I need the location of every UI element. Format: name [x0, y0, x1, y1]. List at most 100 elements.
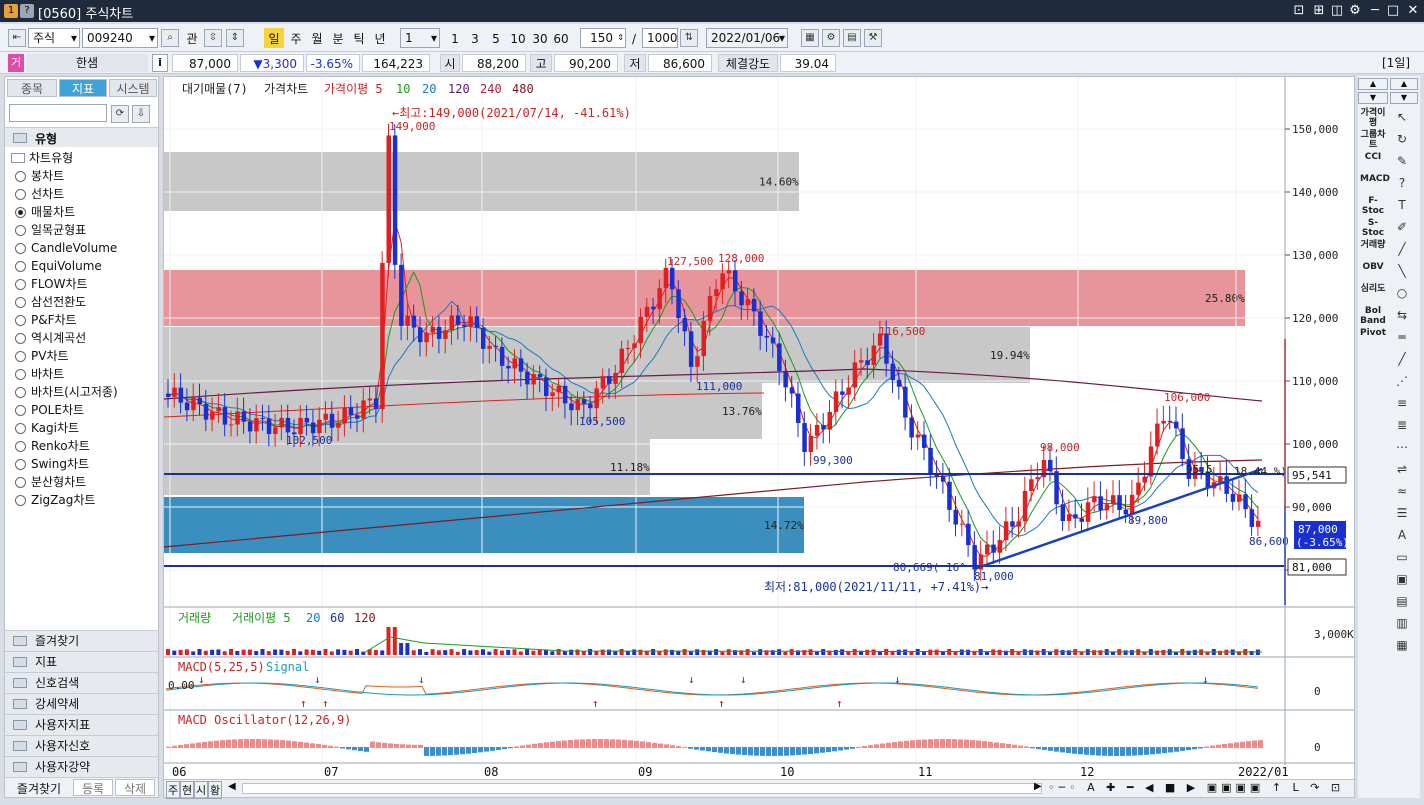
indicator-button[interactable]: Pivot [1360, 328, 1386, 338]
indicator-search-input[interactable] [9, 104, 107, 122]
channel-icon[interactable]: ≣ [1392, 416, 1412, 434]
section-2[interactable]: 지표 [5, 651, 158, 672]
chart-type-item[interactable]: 매물차트 [15, 203, 75, 221]
chart-type-item[interactable]: 봉차트 [15, 167, 64, 185]
save-icon[interactable]: ⊞ [1310, 2, 1328, 20]
updown-icon[interactable]: ⇕ [226, 29, 244, 47]
chart-type-item[interactable]: 일목균형표 [15, 221, 86, 239]
quick-3-button[interactable]: 3 [466, 28, 484, 48]
btn-si[interactable]: 시 [194, 781, 208, 799]
indicator-button[interactable]: 가격이평 [1360, 108, 1386, 128]
fan-icon[interactable]: ⋰ [1392, 372, 1412, 390]
tools-icon[interactable]: ⚒ [864, 29, 882, 47]
pen-icon[interactable]: ✎ [1392, 152, 1412, 170]
chart-type-item[interactable]: ZigZag차트 [15, 491, 95, 509]
spinner-icon[interactable]: ⇕ [617, 29, 624, 47]
menu-icon[interactable]: ☰ [1392, 504, 1412, 522]
radio-icon[interactable] [15, 189, 26, 200]
floppy-icon[interactable]: ▤ [843, 29, 861, 47]
indicator-button[interactable]: Bol Band [1360, 306, 1386, 326]
radio-icon[interactable] [15, 261, 26, 272]
indicator-button[interactable]: CCI [1360, 152, 1386, 162]
tree-root-chart-type[interactable]: 차트유형 [11, 149, 73, 167]
chart-type-item[interactable]: 바차트(시고저종) [15, 383, 118, 401]
chart-type-item[interactable]: PV차트 [15, 347, 69, 365]
section-3[interactable]: 신호검색 [5, 672, 158, 693]
btn-hwang[interactable]: 황 [208, 781, 222, 799]
period-month-button[interactable]: 월 [307, 28, 327, 48]
chart-type-item[interactable]: EquiVolume [15, 257, 102, 275]
close-icon[interactable]: ✕ [1404, 2, 1422, 20]
indicator-button[interactable]: OBV [1360, 262, 1386, 272]
pointer-icon[interactable]: ↖ [1392, 108, 1412, 126]
indicator-button[interactable]: 그룹차트 [1360, 130, 1386, 150]
indicator-button[interactable]: F-Stoc [1360, 196, 1386, 216]
period-tick-button[interactable]: 틱 [349, 28, 369, 48]
chart-type-item[interactable]: 삼선전환도 [15, 293, 86, 311]
chart-type-item[interactable]: FLOW차트 [15, 275, 88, 293]
trendline[interactable] [973, 467, 1263, 571]
chart-type-item[interactable]: 선차트 [15, 185, 64, 203]
section-6[interactable]: 사용자신호 [5, 735, 158, 756]
nav-icons[interactable]: ◦─◦ A ✚ ━ ◀ ■ ▶ ▣▣▣▣ ↑ L ↷ ⊡ [1048, 781, 1344, 794]
download-icon[interactable]: ⇩ [132, 105, 150, 123]
scroll-left-icon[interactable]: ◀ [228, 781, 236, 792]
chart-type-item[interactable]: POLE차트 [15, 401, 84, 419]
box-icon[interactable]: ▭ [1392, 548, 1412, 566]
date-select[interactable]: 2022/01/06 ▾ [706, 28, 788, 48]
chart-type-item[interactable]: CandleVolume [15, 239, 117, 257]
first-icon[interactable]: ⇤ [8, 29, 26, 47]
period-year-button[interactable]: 년 [370, 28, 390, 48]
radio-icon[interactable] [15, 441, 26, 452]
radio-icon[interactable] [15, 207, 26, 218]
indicator-button[interactable]: MACD [1360, 174, 1390, 184]
circle-icon[interactable]: ○ [1392, 284, 1412, 302]
radio-icon[interactable] [15, 387, 26, 398]
maximize-icon[interactable]: □ [1384, 2, 1402, 20]
btn-hyeon[interactable]: 현 [180, 781, 194, 799]
scroll-right-icon[interactable]: ▶ [1034, 781, 1042, 792]
quick-60-button[interactable]: 60 [550, 28, 572, 48]
list-icon[interactable]: ▥ [1392, 614, 1412, 632]
table-icon[interactable]: ▦ [1392, 636, 1412, 654]
indicator-button[interactable]: S-Stoc [1360, 218, 1386, 238]
market-select[interactable]: 주식 ▾ [28, 28, 80, 48]
ray-icon[interactable]: ╱ [1392, 350, 1412, 368]
gwan-button[interactable]: 관 [182, 28, 202, 48]
chart-area[interactable]: 14.60% 25.80% 19.94% 13.76% 11.18% 14.72% ←최고… [163, 76, 1355, 799]
chart-type-item[interactable]: 분산형차트 [15, 473, 86, 491]
brush-icon[interactable]: ✐ [1392, 218, 1412, 236]
scrollbar[interactable] [242, 783, 1042, 794]
radio-icon[interactable] [15, 171, 26, 182]
collapse-up-icon[interactable]: ▲ [1358, 78, 1388, 90]
collapse-down-icon[interactable]: ▼ [1358, 92, 1388, 104]
section-7[interactable]: 사용자강약 [5, 756, 158, 777]
apply-icon[interactable]: ⇅ [680, 29, 698, 47]
line-icon[interactable]: ╱ [1392, 240, 1412, 258]
gear-icon[interactable]: ⚙ [822, 29, 840, 47]
register-button[interactable]: 등록 [73, 779, 113, 796]
total-input[interactable]: 1000 [642, 28, 678, 48]
radio-icon[interactable] [15, 477, 26, 488]
section-type[interactable]: 유형 [5, 127, 158, 147]
collapse-down-icon-2[interactable]: ▼ [1390, 92, 1418, 104]
chart-type-item[interactable]: 역시계곡선 [15, 329, 86, 347]
grid-icon[interactable]: ▣ [1392, 570, 1412, 588]
radio-icon[interactable] [15, 405, 26, 416]
help-icon[interactable]: ? [1392, 174, 1412, 192]
info-button[interactable]: i [152, 54, 168, 72]
collapse-up-icon-2[interactable]: ▲ [1390, 78, 1418, 90]
arrows-icon[interactable]: ⇌ [1392, 460, 1412, 478]
section-4[interactable]: 강세약세 [5, 693, 158, 714]
minimize-icon[interactable]: ─ [1366, 2, 1384, 20]
text-icon[interactable]: T [1392, 196, 1412, 214]
help-icon[interactable]: ? [20, 4, 34, 18]
radio-icon[interactable] [15, 351, 26, 362]
btn-ju[interactable]: 주 [166, 781, 180, 799]
link-icon[interactable]: ⇳ [204, 29, 222, 47]
section-1[interactable]: 즐겨찾기 [5, 630, 158, 651]
interval-select[interactable]: 1 ▾ [400, 28, 440, 48]
indicator-button[interactable]: 거래량 [1360, 240, 1386, 250]
radio-icon[interactable] [15, 315, 26, 326]
double-line-icon[interactable]: ═ [1392, 328, 1412, 346]
